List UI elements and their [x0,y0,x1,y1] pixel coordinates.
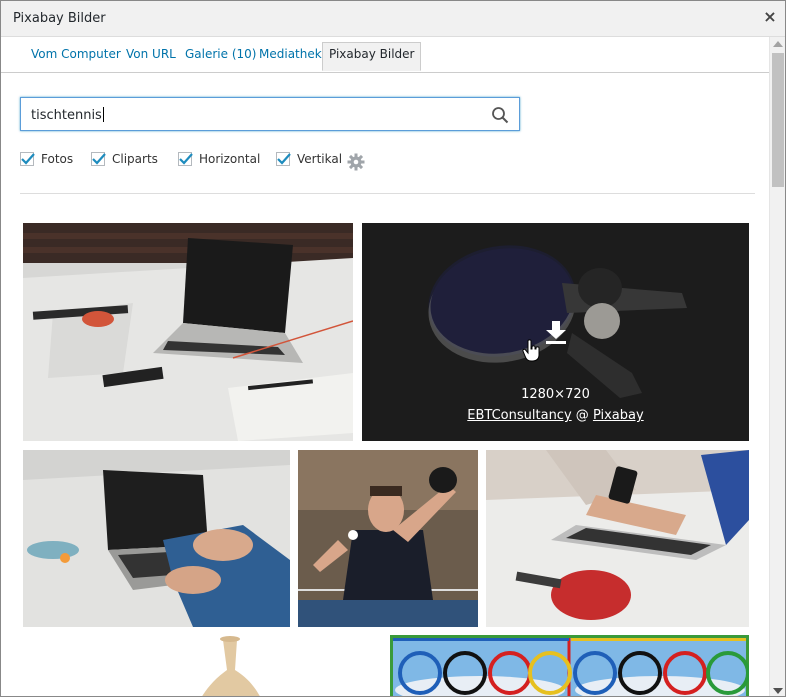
author-link[interactable]: EBTConsultancy [467,408,571,423]
photo-olympic-rings [390,635,749,696]
result-image-phone-laptop[interactable] [486,450,749,627]
checkbox-vertikal[interactable] [276,152,291,166]
check-icon [21,153,35,165]
hand-cursor-icon [522,339,540,362]
check-icon [92,153,106,165]
search-input-value: tischtennis [31,108,102,123]
tab-galerie[interactable]: Galerie (10) [185,47,256,61]
check-icon [179,153,193,165]
photo-wood-handle [191,635,271,696]
search-icon[interactable] [491,106,509,124]
tab-vom-computer[interactable]: Vom Computer [31,47,121,61]
result-image-typing-laptop[interactable] [23,450,290,627]
photo-laptop-table [23,223,353,441]
tab-pixabay-bilder[interactable]: Pixabay Bilder [322,42,422,71]
pixabay-panel: tischtennis Fotos Cliparts Horizontal Ve [1,73,769,696]
photo-player [298,450,478,627]
result-image-olympic-rings[interactable] [390,635,749,696]
close-icon[interactable]: × [761,8,779,26]
result-image-laptop-table[interactable] [23,223,353,441]
image-credit: EBTConsultancy @ Pixabay [362,408,749,423]
checkbox-fotos[interactable] [20,152,35,166]
scroll-up-arrow-icon[interactable] [773,41,783,47]
image-dimensions: 1280×720 [521,387,590,402]
check-icon [277,153,291,165]
gear-icon[interactable] [347,153,365,171]
dialog-titlebar: Pixabay Bilder × [1,1,785,37]
result-image-wood-handle[interactable] [191,635,271,696]
checkbox-horizontal[interactable] [178,152,193,166]
result-image-paddles-dark[interactable]: 1280×720 EBTConsultancy @ Pixabay [362,223,749,441]
filter-label: Vertikal [297,152,343,166]
filter-label: Fotos [41,152,74,166]
tab-bar: Vom Computer Von URL Galerie (10) Mediat… [1,37,769,73]
hover-overlay: 1280×720 EBTConsultancy @ Pixabay [362,223,749,441]
download-icon[interactable] [544,319,568,345]
search-input[interactable]: tischtennis [20,97,520,131]
tab-mediathek[interactable]: Mediathek [259,47,322,61]
result-image-player[interactable] [298,450,478,627]
checkbox-cliparts[interactable] [91,152,106,166]
media-dialog: Pixabay Bilder × Vom Computer Von URL Ga… [0,0,786,697]
source-link[interactable]: Pixabay [593,408,644,423]
vertical-scrollbar[interactable] [769,37,785,696]
tab-von-url[interactable]: Von URL [126,47,176,61]
credit-separator: @ [575,408,589,423]
divider [20,193,755,194]
photo-typing [23,450,290,627]
scroll-down-arrow-icon[interactable] [773,688,783,694]
filter-label: Cliparts [112,152,158,166]
dialog-title: Pixabay Bilder [13,11,106,26]
filter-label: Horizontal [199,152,261,166]
photo-phone-laptop [486,450,749,627]
scrollbar-thumb[interactable] [772,53,784,187]
